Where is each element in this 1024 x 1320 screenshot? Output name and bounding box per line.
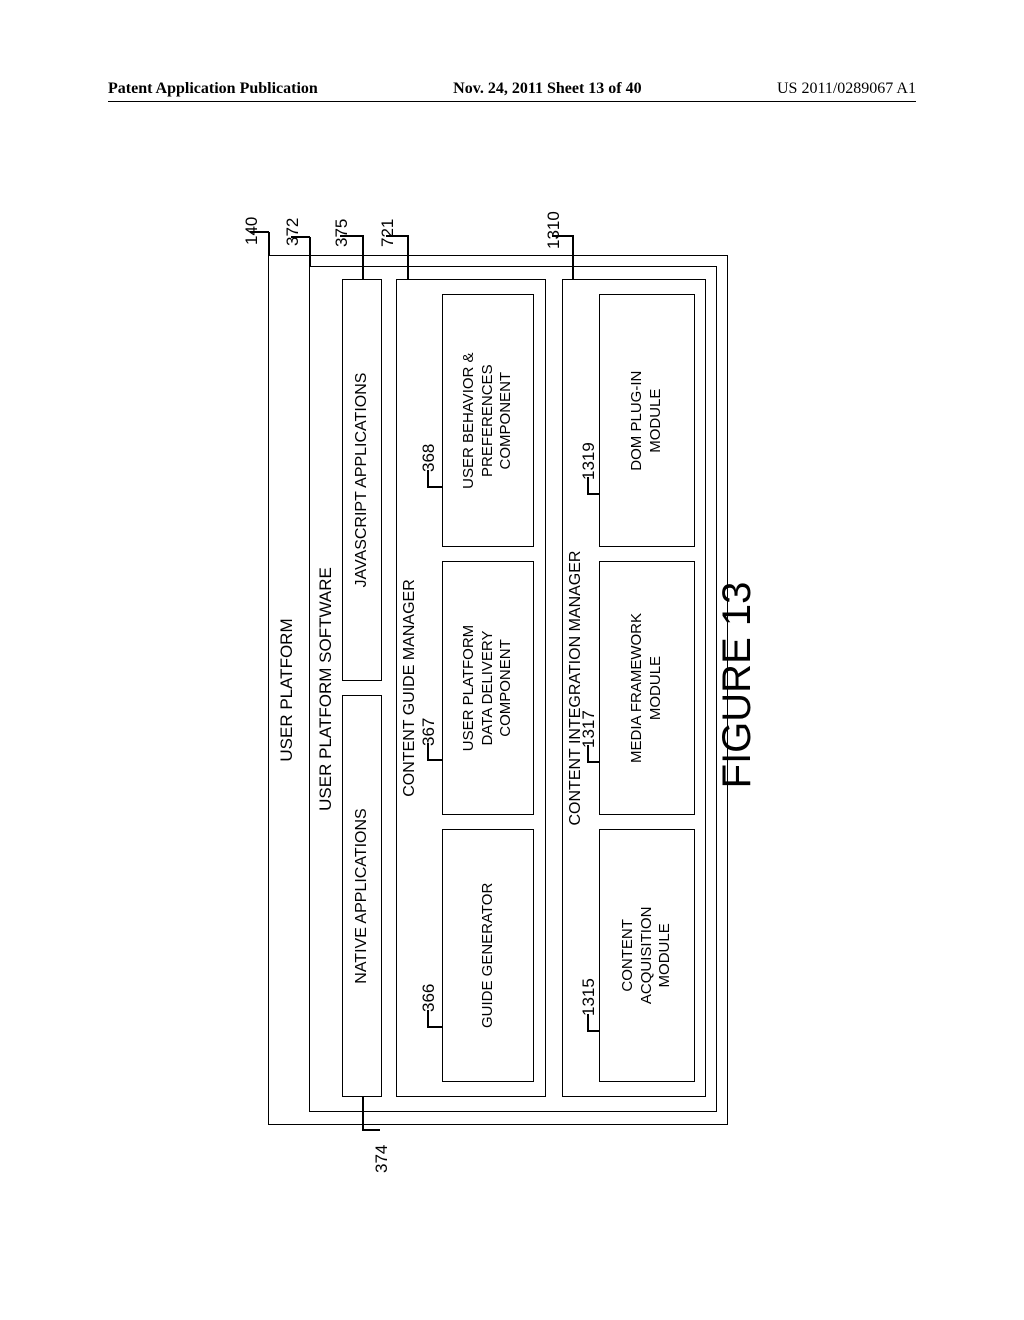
ref-368: 368 bbox=[419, 444, 439, 472]
leader-1310 bbox=[572, 235, 574, 279]
figure-title: FIGURE 13 bbox=[715, 245, 760, 1125]
media-framework-box: MEDIA FRAMEWORK MODULE bbox=[599, 561, 695, 814]
diagram: 140 USER PLATFORM 372 USER PLATFORM SOFT… bbox=[230, 245, 790, 1125]
user-platform-box: USER PLATFORM 372 USER PLATFORM SOFTWARE… bbox=[268, 255, 728, 1125]
leader-374-v bbox=[362, 1130, 380, 1132]
leader-372-v bbox=[291, 237, 310, 239]
ref-366: 366 bbox=[419, 984, 439, 1012]
leader-372 bbox=[309, 237, 311, 267]
content-guide-manager-box: CONTENT GUIDE MANAGER 366 367 368 GUIDE … bbox=[396, 279, 546, 1097]
data-delivery-box: USER PLATFORM DATA DELIVERY COMPONENT bbox=[442, 561, 534, 814]
leader-721-v bbox=[386, 236, 408, 238]
cgm-inner-row: GUIDE GENERATOR USER PLATFORM DATA DELIV… bbox=[442, 294, 534, 1082]
content-integration-manager-title: CONTENT INTEGRATION MANAGER bbox=[563, 280, 589, 1096]
leader-1315-h bbox=[587, 1014, 589, 1032]
header-pub-number: US 2011/0289067 A1 bbox=[777, 80, 916, 98]
ref-1310: 1310 bbox=[544, 211, 564, 249]
native-apps-box: NATIVE APPLICATIONS bbox=[342, 695, 382, 1097]
user-platform-title: USER PLATFORM bbox=[277, 256, 297, 1124]
leader-1319-h bbox=[587, 477, 589, 495]
leader-140-v bbox=[250, 232, 269, 234]
leader-368-h bbox=[427, 470, 429, 488]
ref-1319: 1319 bbox=[579, 442, 599, 480]
header-date-sheet: Nov. 24, 2011 Sheet 13 of 40 bbox=[453, 80, 641, 98]
guide-generator-box: GUIDE GENERATOR bbox=[442, 829, 534, 1082]
apps-row: NATIVE APPLICATIONS JAVASCRIPT APPLICATI… bbox=[342, 279, 382, 1097]
ref-1315: 1315 bbox=[579, 978, 599, 1016]
leader-375 bbox=[362, 235, 364, 279]
leader-375-v bbox=[340, 236, 363, 238]
page-header: Patent Application Publication Nov. 24, … bbox=[108, 80, 916, 102]
software-box: USER PLATFORM SOFTWARE NATIVE APPLICATIO… bbox=[309, 266, 717, 1112]
dom-plugin-box: DOM PLUG-IN MODULE bbox=[599, 294, 695, 547]
user-behavior-box: USER BEHAVIOR & PREFERENCES COMPONENT bbox=[442, 294, 534, 547]
leader-367-h bbox=[427, 743, 429, 761]
leader-366 bbox=[427, 1027, 443, 1029]
leader-366-h bbox=[427, 1010, 429, 1028]
ref-372: 372 bbox=[283, 218, 303, 246]
header-publication: Patent Application Publication bbox=[108, 80, 318, 98]
software-title: USER PLATFORM SOFTWARE bbox=[316, 267, 336, 1111]
content-integration-manager-box: CONTENT INTEGRATION MANAGER 1315 1317 13… bbox=[562, 279, 706, 1097]
content-acquisition-box: CONTENT ACQUISITION MODULE bbox=[599, 829, 695, 1082]
ref-1317: 1317 bbox=[579, 710, 599, 748]
content-guide-manager-title: CONTENT GUIDE MANAGER bbox=[397, 280, 423, 1096]
leader-367 bbox=[427, 760, 443, 762]
leader-374 bbox=[362, 1096, 364, 1131]
leader-721 bbox=[407, 235, 409, 279]
ref-375: 375 bbox=[332, 219, 352, 247]
cim-inner-row: CONTENT ACQUISITION MODULE MEDIA FRAMEWO… bbox=[599, 294, 695, 1082]
ref-367: 367 bbox=[419, 718, 439, 746]
leader-140 bbox=[268, 232, 270, 256]
leader-368 bbox=[427, 487, 443, 489]
leader-1317-h bbox=[587, 745, 589, 763]
ref-721: 721 bbox=[378, 219, 398, 247]
diagram-container: 140 USER PLATFORM 372 USER PLATFORM SOFT… bbox=[100, 160, 920, 1210]
js-apps-box: JAVASCRIPT APPLICATIONS bbox=[342, 279, 382, 681]
ref-374: 374 bbox=[372, 1145, 392, 1173]
leader-1310-v bbox=[552, 236, 573, 238]
